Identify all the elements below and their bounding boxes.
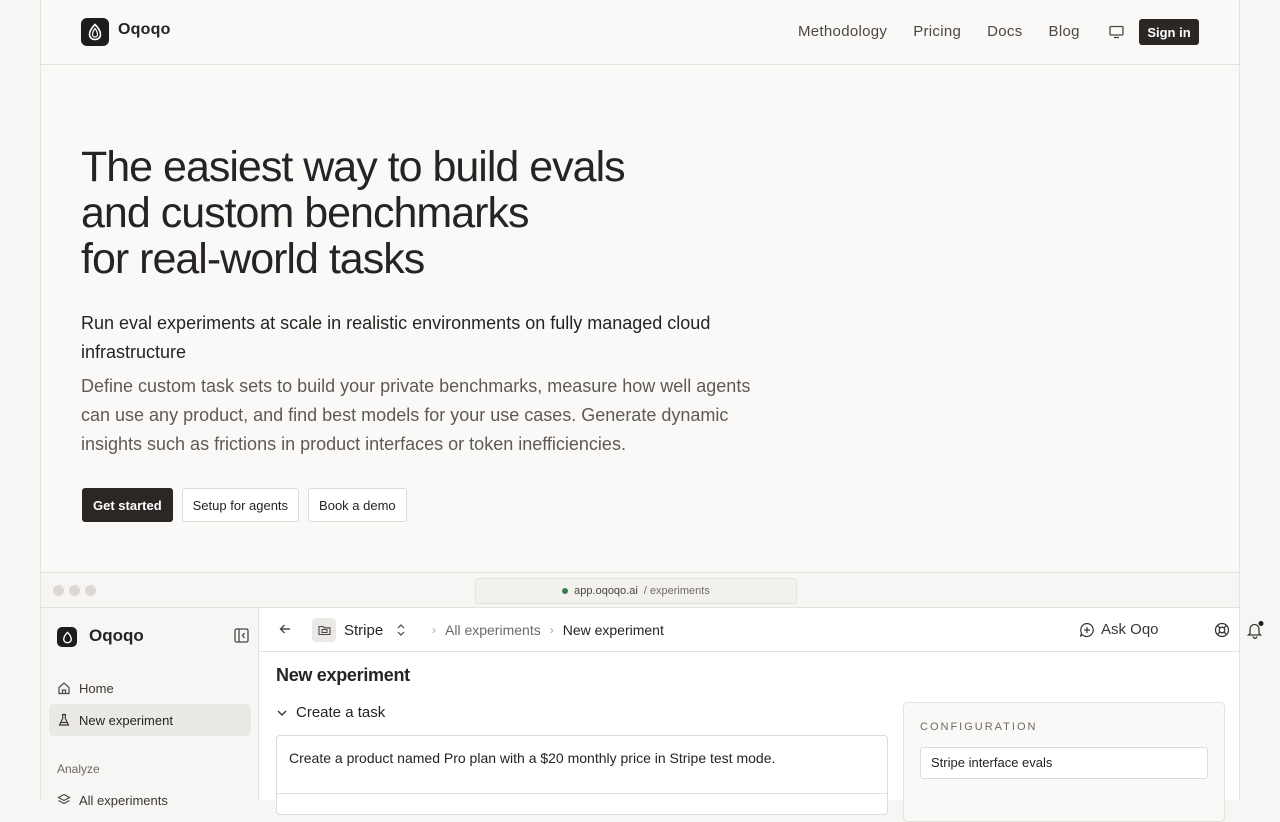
nav-links: Methodology Pricing Docs Blog xyxy=(798,23,1106,40)
hero-title-line-1: The easiest way to build evals xyxy=(81,143,626,191)
sidebar-item-all-experiments[interactable]: All experiments xyxy=(49,784,251,816)
app-header: Stripe › All experiments › New experimen… xyxy=(260,608,1264,652)
sidebar-collapse-icon[interactable] xyxy=(234,628,249,648)
sidebar-section-analyze: Analyze xyxy=(57,762,100,776)
page-frame: Oqoqo Methodology Pricing Docs Blog Sign… xyxy=(40,0,1264,822)
project-switcher[interactable]: Stripe xyxy=(344,622,383,639)
flask-icon xyxy=(58,713,70,726)
breadcrumb: › All experiments › New experiment xyxy=(423,622,664,638)
url-path: / experiments xyxy=(643,585,710,597)
setup-agents-button[interactable]: Setup for agents xyxy=(181,488,300,522)
hero-lead: Run eval experiments at scale in realist… xyxy=(81,313,711,362)
nav-link-pricing[interactable]: Pricing xyxy=(913,23,961,40)
nav-link-methodology[interactable]: Methodology xyxy=(798,23,887,40)
chat-plus-icon xyxy=(1079,622,1094,637)
brand-name[interactable]: Oqoqo xyxy=(118,21,171,39)
configuration-label: CONFIGURATION xyxy=(920,721,1038,733)
logo-icon[interactable] xyxy=(81,18,109,46)
app-sidebar: Oqoqo Home New experiment Analyze All ex… xyxy=(41,608,259,808)
chevron-right-icon: › xyxy=(549,623,554,637)
task-input[interactable]: Create a product named Pro plan with a $… xyxy=(276,735,888,815)
configuration-panel: CONFIGURATION Stripe interface evals xyxy=(903,702,1225,822)
ask-oqo-label: Ask Oqo xyxy=(1101,621,1159,638)
breadcrumb-all-experiments[interactable]: All experiments xyxy=(445,622,541,638)
nav-link-docs[interactable]: Docs xyxy=(987,23,1022,40)
sign-in-button[interactable]: Sign in xyxy=(1139,19,1199,45)
help-icon[interactable] xyxy=(1214,622,1230,643)
breadcrumb-new-experiment: New experiment xyxy=(562,622,664,638)
back-arrow-icon[interactable] xyxy=(278,622,292,641)
page-title: New experiment xyxy=(276,665,410,685)
monitor-icon[interactable] xyxy=(1109,25,1124,44)
hero-buttons: Get started Setup for agents Book a demo xyxy=(82,488,416,522)
notification-bell-icon[interactable] xyxy=(1246,621,1264,644)
book-demo-button[interactable]: Book a demo xyxy=(308,488,407,522)
sidebar-logo-icon[interactable] xyxy=(57,627,77,647)
nav-link-blog[interactable]: Blog xyxy=(1049,23,1080,40)
chevron-up-down-icon[interactable] xyxy=(396,623,406,642)
chevron-right-icon: › xyxy=(432,623,436,637)
url-bar: app.oqoqo.ai / experiments xyxy=(475,578,797,604)
create-task-toggle[interactable]: Create a task xyxy=(276,704,385,721)
ask-oqo-button[interactable]: Ask Oqo xyxy=(1079,621,1159,638)
home-icon xyxy=(58,682,70,695)
sidebar-item-label: All experiments xyxy=(79,792,168,808)
hero-title-line-2: and custom benchmarks xyxy=(81,189,529,237)
sidebar-item-label: Home xyxy=(79,680,114,696)
hero-description: Define custom task sets to build your pr… xyxy=(81,376,751,454)
window-dot xyxy=(69,585,80,596)
task-text: Create a product named Pro plan with a $… xyxy=(289,750,776,766)
divider xyxy=(277,793,887,794)
sidebar-item-home[interactable]: Home xyxy=(49,672,251,704)
hero-title: The easiest way to build evals and custo… xyxy=(81,144,781,282)
top-navbar: Oqoqo Methodology Pricing Docs Blog Sign… xyxy=(41,0,1239,65)
folder-icon xyxy=(312,618,336,642)
secure-dot-icon xyxy=(562,588,569,594)
preview-window-bar: app.oqoqo.ai / experiments xyxy=(41,572,1239,608)
experiment-name-field[interactable]: Stripe interface evals xyxy=(920,747,1208,779)
app-main: Stripe › All experiments › New experimen… xyxy=(260,608,1264,822)
sidebar-item-new-experiment[interactable]: New experiment xyxy=(49,704,251,736)
get-started-button[interactable]: Get started xyxy=(82,488,173,522)
url-host: app.oqoqo.ai xyxy=(574,585,638,597)
window-dot xyxy=(53,585,64,596)
hero-title-line-3: for real-world tasks xyxy=(81,235,425,283)
layers-icon xyxy=(57,793,71,805)
create-task-label: Create a task xyxy=(296,704,386,721)
chevron-down-icon xyxy=(277,710,287,716)
window-dots xyxy=(53,585,101,596)
window-dot xyxy=(85,585,96,596)
sidebar-brand: Oqoqo xyxy=(89,626,144,645)
sidebar-item-label: New experiment xyxy=(79,712,173,728)
